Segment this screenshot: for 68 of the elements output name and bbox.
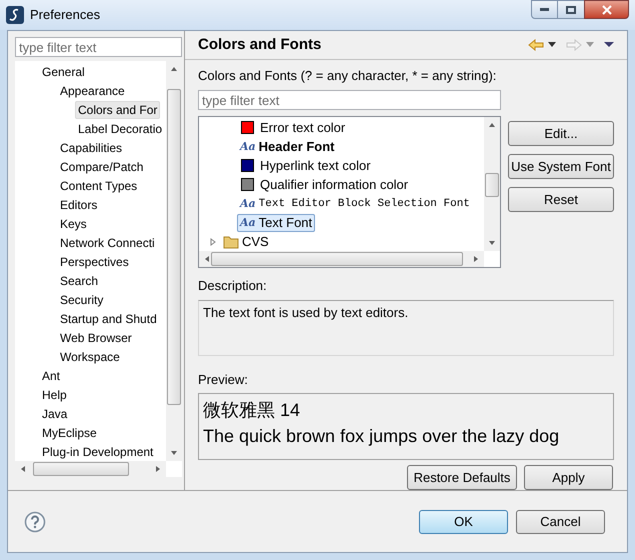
font-icon: Aa: [240, 216, 256, 229]
maximize-icon: [566, 6, 576, 14]
minimize-button[interactable]: [531, 0, 558, 19]
tree-item[interactable]: Network Connecti: [57, 234, 158, 252]
tree-item[interactable]: Compare/Patch: [57, 158, 146, 176]
font-icon: Aa: [240, 140, 256, 153]
dropdown-icon[interactable]: [548, 42, 556, 48]
tree-item[interactable]: Workspace: [57, 348, 123, 366]
minimize-icon: [540, 8, 549, 11]
tree-item[interactable]: Perspectives: [57, 252, 132, 270]
scrollbar-thumb[interactable]: [167, 89, 181, 405]
font-icon: Aa: [240, 197, 256, 210]
scrollbar-thumb[interactable]: [485, 173, 499, 197]
dialog-button[interactable]: OK: [419, 510, 508, 534]
scrollbar[interactable]: [199, 251, 484, 267]
scrollbar-thumb[interactable]: [33, 462, 129, 476]
action-button[interactable]: Reset: [508, 187, 614, 212]
preview-label: Preview:: [198, 370, 249, 388]
window-title: Preferences: [30, 6, 100, 24]
tree-item[interactable]: Help: [39, 386, 70, 404]
tree-item[interactable]: Search: [57, 272, 102, 290]
filter-field[interactable]: type filter text: [15, 37, 182, 57]
filter-field[interactable]: type filter text: [198, 90, 501, 110]
scrollbar[interactable]: [15, 461, 166, 477]
action-button[interactable]: Restore Defaults: [407, 465, 517, 490]
tree-item[interactable]: Content Types: [57, 176, 140, 194]
color-font-item[interactable]: Qualifier information color: [237, 176, 412, 194]
maximize-button[interactable]: [558, 0, 584, 19]
tree-item[interactable]: Colors and For: [75, 100, 160, 118]
action-button[interactable]: Apply: [524, 465, 613, 490]
color-font-item[interactable]: Aa Header Font: [237, 138, 338, 156]
tree-item[interactable]: Appearance: [57, 82, 128, 100]
tree-item[interactable]: Java: [39, 404, 70, 422]
tree-item[interactable]: Capabilities: [57, 138, 126, 156]
tree-item[interactable]: Security: [57, 290, 106, 308]
tree-item[interactable]: Label Decoratio: [75, 120, 166, 138]
tree-item[interactable]: MyEclipse: [39, 424, 100, 442]
folder-icon: [223, 234, 239, 248]
help-icon[interactable]: [24, 510, 46, 532]
app-logo-icon: [6, 6, 24, 24]
description-box: The text font is used by text editors.: [198, 300, 614, 356]
color-font-item[interactable]: Error text color: [237, 118, 348, 136]
tree-item[interactable]: Web Browser: [57, 328, 135, 346]
filter-label: Colors and Fonts (? = any character, * = any string):: [198, 68, 498, 84]
scrollbar-thumb[interactable]: [211, 252, 463, 266]
page-title: Colors and Fonts: [198, 34, 322, 55]
scrollbar[interactable]: [166, 61, 182, 461]
tree-item[interactable]: General: [39, 62, 88, 80]
tree-item[interactable]: Ant: [39, 366, 64, 384]
color-font-item[interactable]: Aa Text Editor Block Selection Font: [237, 194, 473, 212]
color-font-item[interactable]: Hyperlink text color: [237, 156, 374, 174]
color-font-item[interactable]: CVS: [220, 232, 272, 250]
tree-item[interactable]: Keys: [57, 214, 90, 232]
close-icon: [602, 4, 612, 14]
action-button[interactable]: Use System Font: [508, 154, 614, 179]
tree-item[interactable]: Plug-in Development: [39, 442, 156, 460]
close-button[interactable]: [584, 0, 629, 19]
menu-icon[interactable]: [604, 42, 614, 48]
scrollbar[interactable]: [484, 117, 500, 251]
action-button[interactable]: Edit...: [508, 121, 614, 146]
description-label: Description:: [198, 277, 268, 295]
color-font-item[interactable]: Aa Text Font: [237, 214, 316, 232]
tree-item[interactable]: Editors: [57, 196, 100, 214]
tree-item[interactable]: Startup and Shutd: [57, 310, 160, 328]
preview-text: The quick brown fox jumps over the lazy dog: [203, 425, 560, 448]
dialog-button[interactable]: Cancel: [516, 510, 605, 534]
expand-icon[interactable]: [209, 238, 217, 246]
preview-text: 微软雅黑 14: [203, 399, 302, 422]
